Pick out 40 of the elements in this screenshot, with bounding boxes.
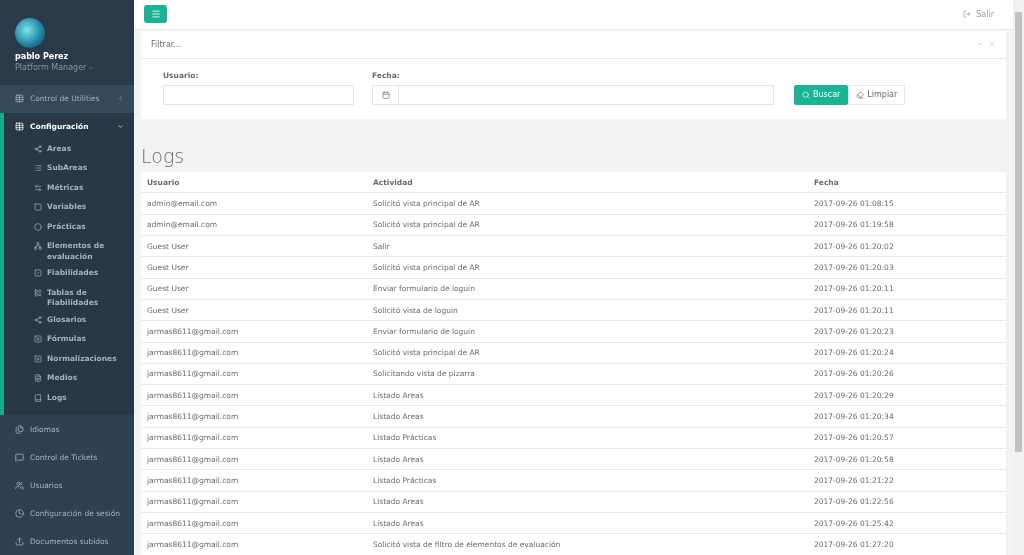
caret-icon — [88, 64, 95, 71]
user-role-dropdown[interactable]: Platform Manager — [15, 63, 134, 72]
circle-icon — [34, 222, 42, 231]
calendar-icon — [381, 90, 390, 99]
page-title: Logs — [141, 144, 186, 167]
menu-button[interactable] — [144, 5, 167, 24]
eraser-icon — [856, 90, 865, 99]
clear-button[interactable]: Limpiar — [848, 84, 906, 105]
search-icon — [802, 90, 810, 99]
comments-icon — [15, 452, 24, 462]
date-input-field[interactable] — [372, 84, 774, 105]
table-icon — [15, 94, 24, 103]
checkbox-icon — [34, 269, 42, 277]
chevron-left-icon — [117, 95, 124, 102]
logout-icon — [963, 10, 972, 19]
arrows-icon — [34, 183, 42, 192]
share-icon — [34, 315, 42, 324]
share-icon — [34, 144, 42, 153]
list-icon — [34, 164, 42, 172]
close-icon[interactable] — [988, 40, 996, 49]
chevron-down-icon — [117, 123, 124, 130]
file-icon — [34, 374, 42, 382]
avatar — [15, 18, 45, 48]
sitemap-icon — [34, 242, 42, 250]
scrollbar-thumb[interactable] — [1015, 12, 1022, 452]
plus-square-icon — [34, 354, 42, 363]
clock-icon — [15, 508, 24, 518]
user-name: pablo Perez — [15, 52, 70, 61]
menu-icon — [150, 9, 161, 20]
logout-link[interactable]: Salir — [963, 9, 994, 19]
users-icon — [15, 480, 24, 490]
square-icon — [34, 203, 42, 211]
table-icon — [15, 122, 24, 131]
panel-title: Filtrar... — [151, 39, 181, 49]
list-icon — [34, 288, 42, 297]
user-input-field[interactable] — [163, 84, 354, 105]
upload-icon — [15, 536, 24, 546]
files-icon — [15, 424, 24, 434]
book-icon — [34, 393, 42, 402]
plus-square-icon — [34, 335, 42, 343]
